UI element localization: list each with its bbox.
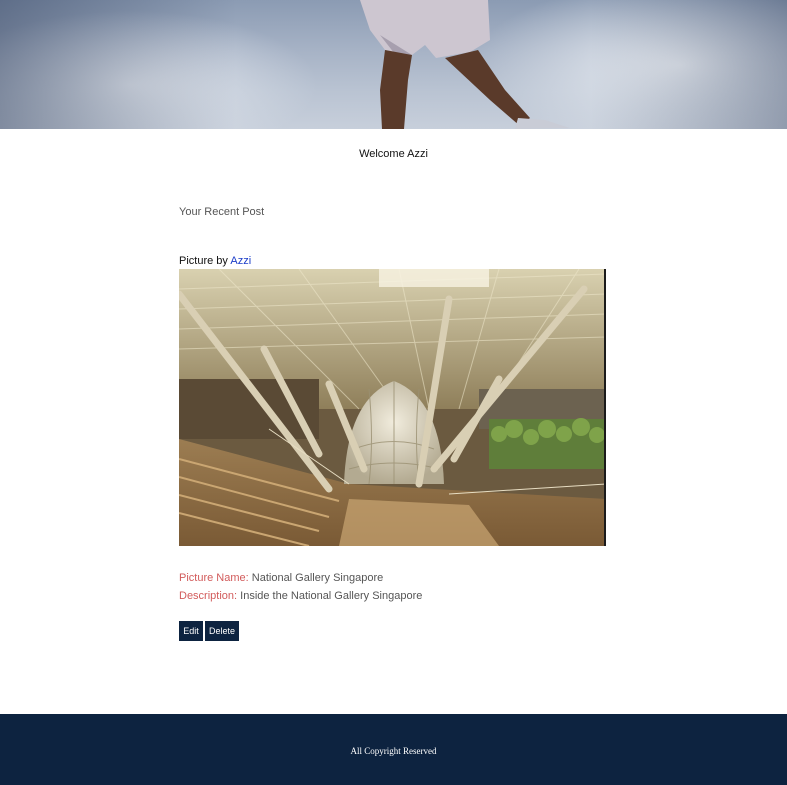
edit-button[interactable]: Edit — [179, 621, 203, 641]
copyright-text: All Copyright Reserved — [350, 746, 437, 756]
picture-by-label: Picture by — [179, 255, 228, 267]
description-key: Description: — [179, 590, 238, 602]
author-link[interactable]: Azzi — [230, 255, 251, 267]
hero-banner-image — [0, 0, 787, 129]
footer: All Copyright Reserved — [0, 714, 787, 785]
hero-person-legs — [360, 0, 570, 129]
page: Welcome Azzi Your Recent Post Picture by… — [0, 0, 787, 785]
post-picture — [179, 269, 606, 546]
welcome-heading: Welcome Azzi — [359, 148, 428, 160]
picture-name-key: Picture Name: — [179, 572, 249, 584]
description-line: Description: Inside the National Gallery… — [179, 590, 422, 602]
gallery-interior-illustration — [179, 269, 606, 546]
picture-name-line: Picture Name: National Gallery Singapore — [179, 572, 383, 584]
description-value: Inside the National Gallery Singapore — [240, 590, 423, 602]
picture-by-line: Picture by Azzi — [179, 255, 251, 267]
recent-post-title: Your Recent Post — [179, 206, 265, 218]
delete-button[interactable]: Delete — [205, 621, 239, 641]
picture-name-value: National Gallery Singapore — [251, 572, 384, 584]
